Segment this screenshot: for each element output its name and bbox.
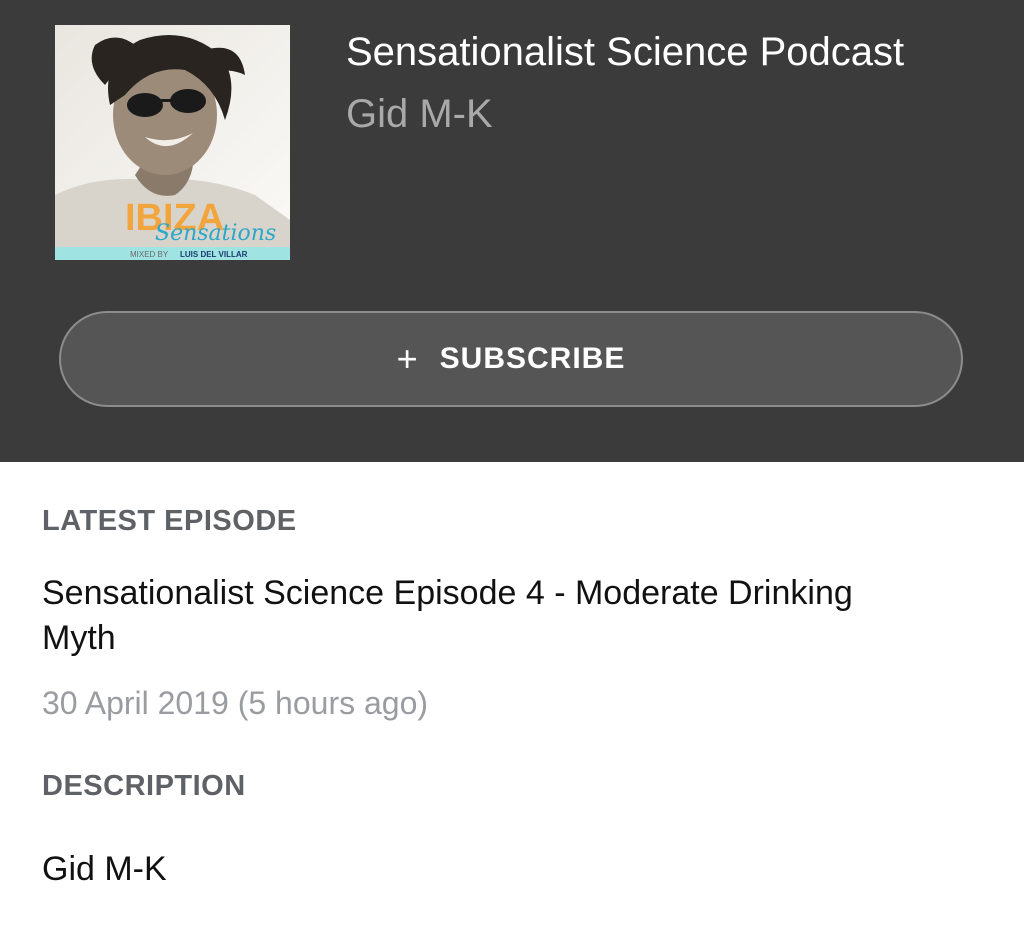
svg-text:Sensations: Sensations xyxy=(155,221,276,246)
latest-episode-date: 30 April 2019 (5 hours ago) xyxy=(42,685,429,721)
latest-episode-title[interactable]: Sensationalist Science Episode 4 - Moder… xyxy=(42,571,922,661)
plus-icon: + xyxy=(396,338,418,379)
artwork-image: IBIZA Sensations MIXED BY LUIS DEL VILLA… xyxy=(55,25,290,260)
latest-episode-heading: LATEST EPISODE xyxy=(42,505,297,537)
subscribe-button[interactable]: + SUBSCRIBE xyxy=(59,311,963,407)
podcast-title: Sensationalist Science Podcast xyxy=(346,30,905,74)
podcast-artwork[interactable]: IBIZA Sensations MIXED BY LUIS DEL VILLA… xyxy=(55,25,290,260)
subscribe-label: SUBSCRIBE xyxy=(439,342,626,375)
svg-text:LUIS DEL VILLAR: LUIS DEL VILLAR xyxy=(180,250,248,259)
podcast-header: IBIZA Sensations MIXED BY LUIS DEL VILLA… xyxy=(0,0,1024,462)
podcast-author-link[interactable]: Gid M-K xyxy=(346,90,493,138)
description-heading: DESCRIPTION xyxy=(42,770,246,802)
description-text: Gid M-K xyxy=(42,850,167,888)
svg-text:MIXED BY: MIXED BY xyxy=(130,250,169,259)
